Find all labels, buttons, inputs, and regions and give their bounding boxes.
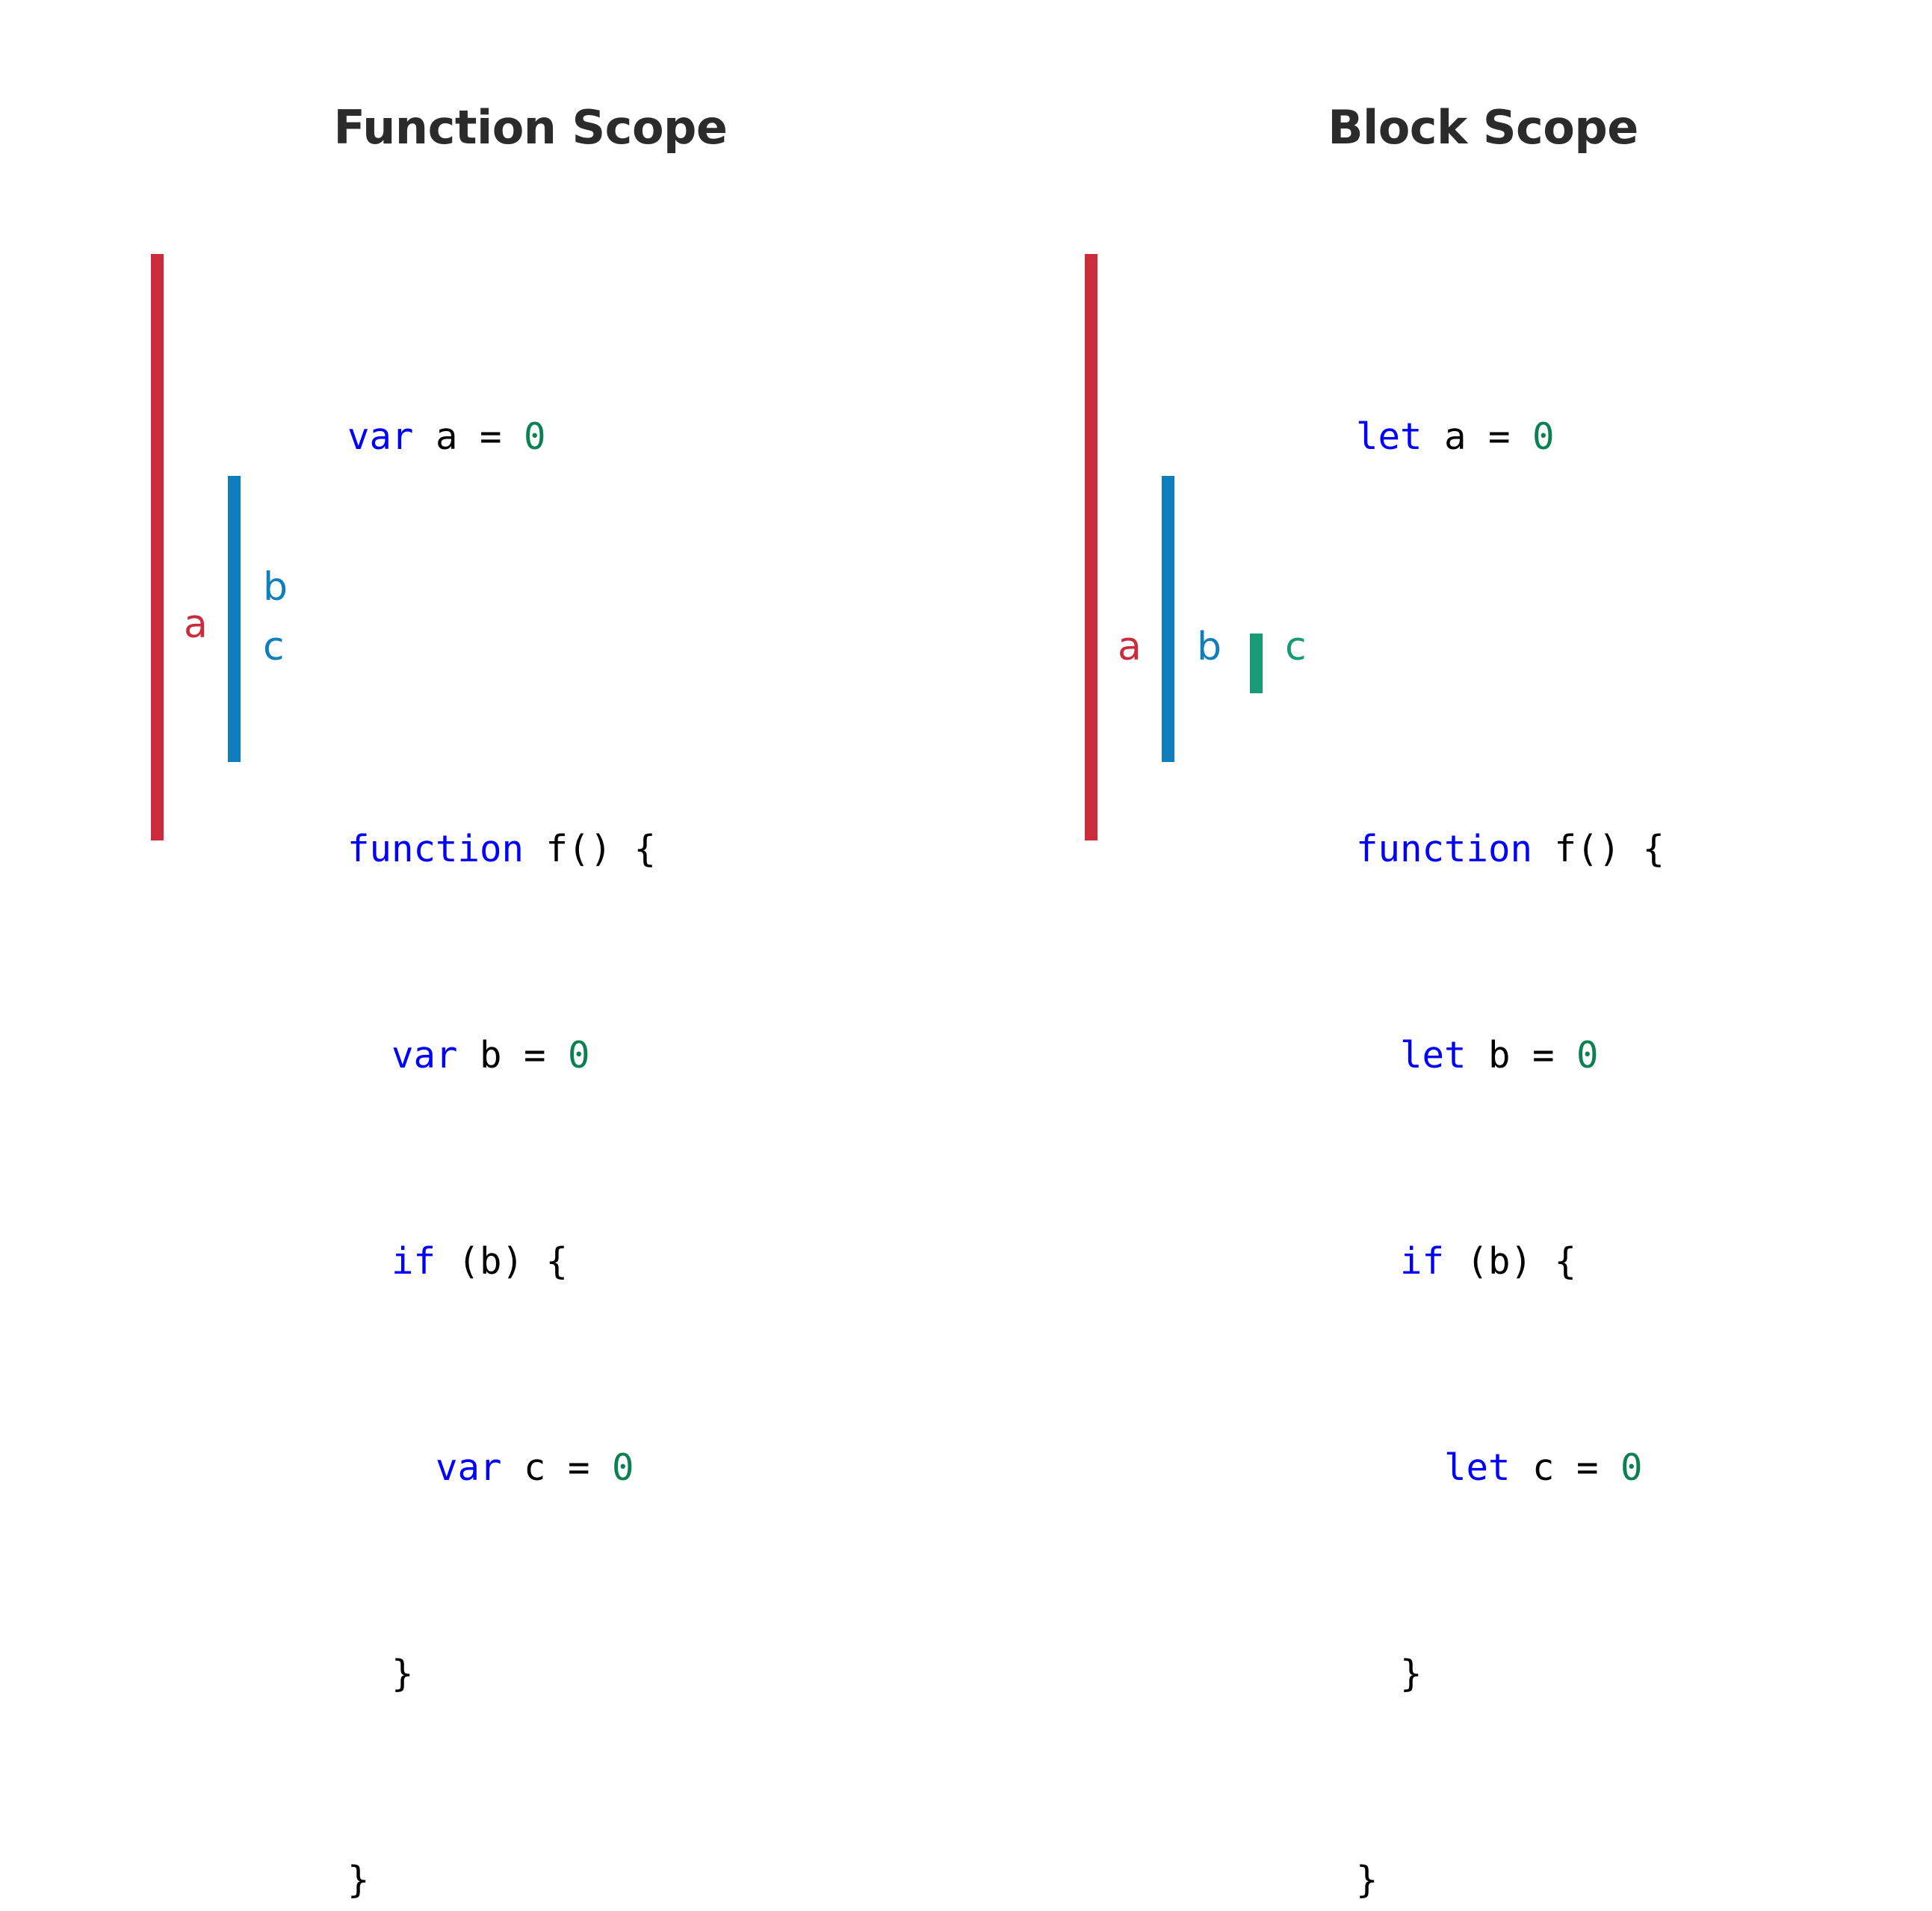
code-line: } xyxy=(347,1640,656,1709)
code-token: b = xyxy=(1466,1034,1577,1077)
code-token: 0 xyxy=(1620,1446,1643,1489)
code-block-block-scope: let a = 0 function f() { let b = 0 if (b… xyxy=(1356,265,1665,1911)
scope-label-c-block: c xyxy=(1285,625,1307,669)
code-token: let xyxy=(1356,1446,1511,1489)
scope-bar-a-function xyxy=(151,254,164,840)
code-line: let b = 0 xyxy=(1356,1021,1665,1090)
code-line: if (b) { xyxy=(1356,1227,1665,1296)
code-line: var a = 0 xyxy=(347,403,656,471)
code-token: if xyxy=(347,1240,436,1283)
scope-bar-b-function xyxy=(228,476,241,762)
code-line: let a = 0 xyxy=(1356,403,1665,471)
code-token: 0 xyxy=(568,1034,590,1077)
scope-label-b-function: b xyxy=(263,565,288,610)
code-token: (b) { xyxy=(1444,1240,1577,1283)
code-token: 0 xyxy=(524,415,546,458)
code-line: } xyxy=(1356,1640,1665,1709)
panel-block-scope: Block Scope a b c let a = 0 function f()… xyxy=(934,0,1932,1901)
code-token: if xyxy=(1356,1240,1445,1283)
code-token: 0 xyxy=(612,1446,634,1489)
code-token: } xyxy=(347,1859,370,1901)
code-token: var xyxy=(347,1446,502,1489)
panel-title-function-scope: Function Scope xyxy=(333,100,728,155)
code-token: let xyxy=(1356,415,1422,458)
panel-function-scope: Function Scope a b c var a = 0 function … xyxy=(0,0,1061,1901)
code-token: function xyxy=(1356,828,1533,870)
code-token: (b) { xyxy=(436,1240,569,1283)
scope-bar-a-block xyxy=(1085,254,1097,840)
code-token: b = xyxy=(457,1034,569,1077)
code-line: function f() { xyxy=(1356,815,1665,884)
code-token: function xyxy=(347,828,524,870)
scope-label-a-function: a xyxy=(184,602,208,647)
code-line: var c = 0 xyxy=(347,1434,656,1502)
code-block-function-scope: var a = 0 function f() { var b = 0 if (b… xyxy=(347,265,656,1911)
scope-label-b-block: b xyxy=(1197,625,1222,669)
code-token: 0 xyxy=(1576,1034,1599,1077)
code-token: } xyxy=(1356,1859,1378,1901)
code-token: } xyxy=(1356,1653,1422,1695)
code-line: let c = 0 xyxy=(1356,1434,1665,1502)
code-token: var xyxy=(347,415,414,458)
scope-bar-c-block xyxy=(1250,634,1263,693)
code-token: f() { xyxy=(524,828,657,870)
code-token: a = xyxy=(413,415,524,458)
code-token: c = xyxy=(1510,1446,1621,1489)
diagram-canvas: Function Scope a b c var a = 0 function … xyxy=(0,0,1932,1901)
code-token: c = xyxy=(501,1446,613,1489)
code-line: function f() { xyxy=(347,815,656,884)
code-token: var xyxy=(347,1034,458,1077)
scope-bar-b-block xyxy=(1162,476,1174,762)
code-token: 0 xyxy=(1532,415,1555,458)
code-token: let xyxy=(1356,1034,1467,1077)
code-line: var b = 0 xyxy=(347,1021,656,1090)
code-line: if (b) { xyxy=(347,1227,656,1296)
code-token: } xyxy=(347,1653,414,1695)
code-line: } xyxy=(347,1846,656,1911)
scope-label-c-function: c xyxy=(263,625,285,669)
code-token: a = xyxy=(1422,415,1533,458)
code-line: } xyxy=(1356,1846,1665,1911)
panel-title-block-scope: Block Scope xyxy=(1328,100,1638,155)
scope-label-a-block: a xyxy=(1118,625,1142,669)
code-token: f() { xyxy=(1532,828,1665,870)
